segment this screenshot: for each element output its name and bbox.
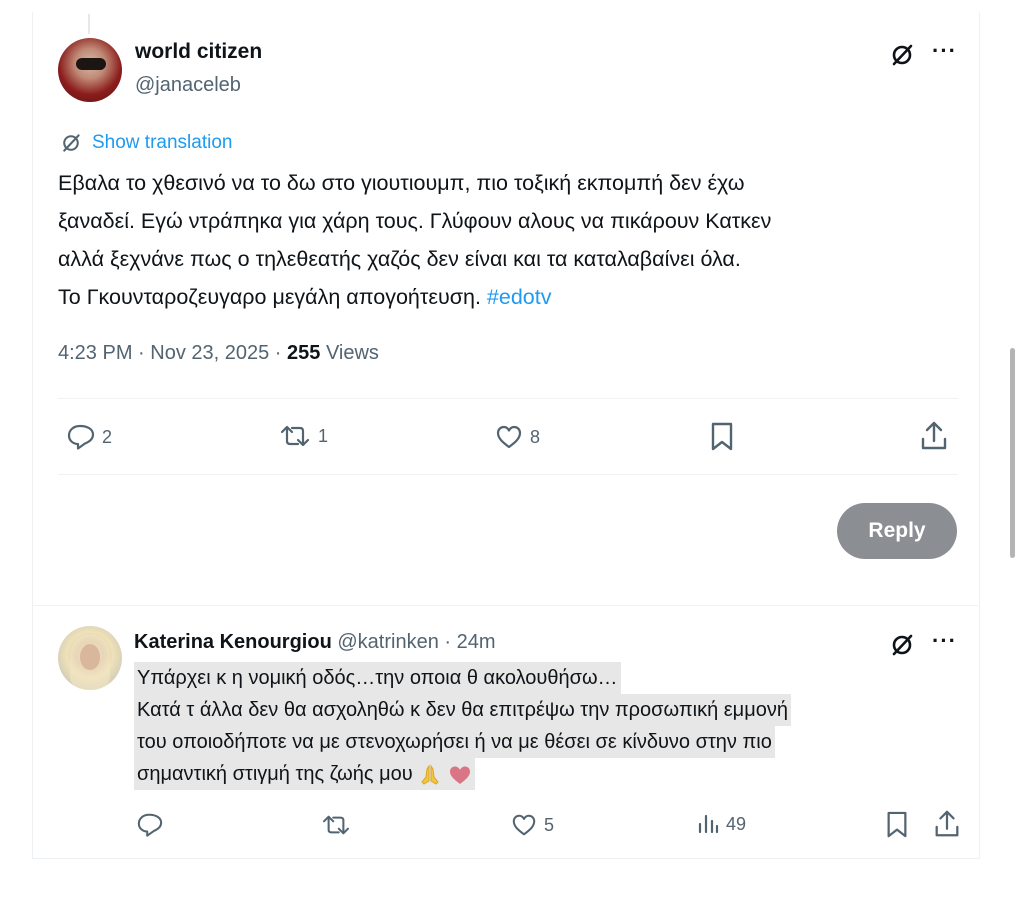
views-count: 255 — [287, 342, 321, 364]
reply-button[interactable]: Reply — [837, 503, 957, 559]
heart-emoji-icon — [449, 766, 470, 784]
author-handle[interactable]: @janaceleb — [135, 74, 241, 97]
like-count: 8 — [530, 426, 541, 447]
reply-action[interactable]: 2 — [66, 423, 112, 451]
reply-text-line: Κατά τ άλλα δεν θα ασχοληθώ κ δεν θα επι… — [134, 694, 791, 726]
tweet-text-line: Το Γκουνταροζευγαρο μεγάλη απογοήτευση. … — [58, 285, 552, 309]
thread-connector — [88, 14, 90, 34]
grok-icon — [63, 134, 80, 152]
author-name[interactable]: world citizen — [135, 40, 262, 64]
repost-count: 1 — [318, 425, 329, 446]
more-options-icon[interactable]: ··· — [932, 38, 957, 64]
author-name[interactable]: Katerina Kenourgiou — [134, 631, 332, 653]
reply-time[interactable]: · 24m — [439, 631, 495, 653]
repost-icon[interactable] — [320, 813, 352, 837]
avatar[interactable] — [58, 626, 122, 690]
scrollbar[interactable] — [1010, 348, 1015, 558]
tweet-text: Εβαλα το χθεσινό να το δω στο γιουτιουμπ… — [58, 164, 958, 316]
hashtag-link[interactable]: #edotv — [487, 285, 552, 309]
praying-hands-icon — [421, 764, 439, 785]
reply-text-line: του οποιοδήποτε να με στενοχωρήσει ή να … — [134, 726, 775, 758]
views-label: Views — [320, 342, 379, 364]
bookmark-icon[interactable] — [884, 810, 910, 840]
bookmark-icon[interactable] — [708, 421, 736, 453]
tweet-text-line: ξαναδεί. Εγώ ντράπηκα για χάρη τους. Γλύ… — [58, 209, 772, 233]
timestamp[interactable]: 4:23 PM · Nov 23, 2025 · — [58, 342, 287, 364]
reply-header: Katerina Kenourgiou @katrinken · 24m — [134, 631, 496, 654]
share-icon[interactable] — [932, 809, 962, 839]
views-count: 49 — [726, 813, 747, 834]
divider — [32, 605, 978, 606]
divider — [58, 398, 958, 399]
grok-icon[interactable] — [889, 42, 915, 68]
reply-text-line: σημαντική στιγμή της ζωής μου — [134, 758, 475, 790]
reply-text-line: Υπάρχει κ η νομική οδός…την οποια θ ακολ… — [134, 662, 621, 694]
show-translation-label[interactable]: Show translation — [92, 132, 232, 154]
views-action[interactable]: 49 — [696, 812, 746, 836]
repost-action[interactable]: 1 — [278, 423, 328, 449]
author-handle[interactable]: @katrinken — [337, 631, 438, 653]
like-count: 5 — [544, 814, 555, 835]
like-action[interactable]: 5 — [510, 812, 554, 838]
show-translation-link[interactable]: Show translation — [60, 130, 232, 156]
reply-icon[interactable] — [136, 812, 164, 838]
analytics-icon — [698, 814, 719, 834]
like-action[interactable]: 8 — [494, 423, 540, 451]
divider — [58, 474, 958, 475]
more-options-icon[interactable]: ··· — [932, 628, 957, 654]
grok-icon[interactable] — [889, 632, 915, 658]
reply-text: Υπάρχει κ η νομική οδός…την οποια θ ακολ… — [134, 662, 791, 790]
reply-count: 2 — [102, 426, 113, 447]
reply-icon — [67, 424, 95, 450]
heart-icon — [496, 425, 522, 449]
tweet-text-line: αλλά ξεχνάνε πως ο τηλεθεατής χαζός δεν … — [58, 247, 741, 271]
repost-icon — [280, 425, 310, 447]
tweet-meta: 4:23 PM · Nov 23, 2025 · 255 Views — [58, 342, 379, 365]
share-icon[interactable] — [918, 420, 950, 452]
avatar[interactable] — [58, 38, 122, 102]
tweet-text-line: Εβαλα το χθεσινό να το δω στο γιουτιουμπ… — [58, 171, 745, 195]
heart-icon — [512, 814, 536, 836]
